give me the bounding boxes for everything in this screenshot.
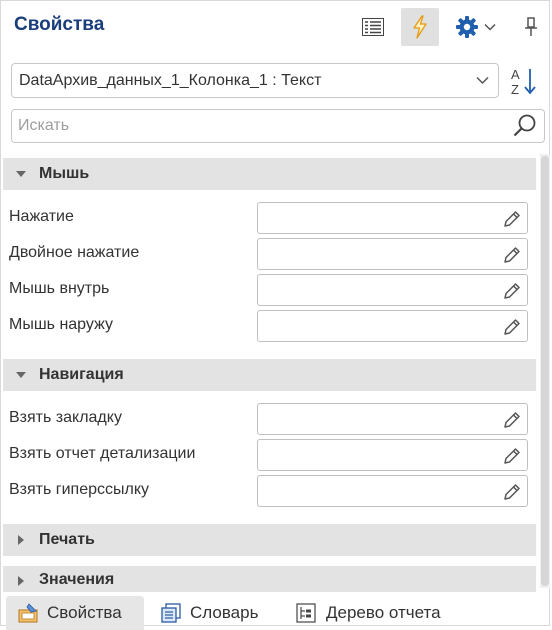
property-editor-double-click[interactable] bbox=[257, 238, 528, 270]
pin-icon bbox=[525, 17, 537, 36]
object-selector-combobox[interactable]: DataАрхив_данных_1_Колонка_1 : Текст bbox=[11, 63, 499, 98]
expand-triangle-icon bbox=[13, 535, 29, 545]
tab-label: Дерево отчета bbox=[326, 603, 441, 622]
properties-icon bbox=[17, 603, 39, 623]
pencil-icon[interactable] bbox=[502, 245, 522, 265]
bottom-tab-bar: Свойства Словарь Дерево отчета bbox=[0, 592, 552, 630]
collapse-triangle-icon bbox=[13, 372, 29, 378]
tab-label: Словарь bbox=[190, 603, 259, 622]
category-label: Мышь bbox=[39, 165, 90, 182]
lightning-icon bbox=[413, 15, 427, 39]
tab-report-tree[interactable]: Дерево отчета bbox=[296, 596, 466, 630]
scrollbar-thumb[interactable] bbox=[541, 156, 549, 586]
property-editor-get-drilldown-report[interactable] bbox=[257, 439, 528, 471]
property-editor-mouse-enter[interactable] bbox=[257, 274, 528, 306]
property-editor-mouse-leave[interactable] bbox=[257, 310, 528, 342]
category-label: Значения bbox=[39, 571, 115, 588]
sort-alphabetical-button[interactable]: A Z bbox=[508, 64, 540, 98]
pencil-icon[interactable] bbox=[502, 446, 522, 466]
search-icon[interactable] bbox=[512, 113, 538, 139]
object-selector-value: DataАрхив_данных_1_Колонка_1 : Текст bbox=[19, 72, 322, 89]
pencil-icon[interactable] bbox=[502, 482, 522, 502]
pencil-icon[interactable] bbox=[502, 281, 522, 301]
collapse-triangle-icon bbox=[13, 171, 29, 177]
property-label: Двойное нажатие bbox=[9, 244, 140, 261]
tab-label: Свойства bbox=[47, 603, 122, 622]
search-input[interactable] bbox=[11, 109, 545, 143]
chevron-down-icon bbox=[476, 76, 489, 85]
pin-button[interactable] bbox=[518, 8, 544, 46]
property-grid-button[interactable] bbox=[356, 8, 390, 46]
property-editor-click[interactable] bbox=[257, 202, 528, 234]
svg-text:A: A bbox=[511, 67, 520, 82]
tab-dictionary[interactable]: Словарь bbox=[160, 596, 278, 630]
settings-dropdown-button[interactable] bbox=[450, 8, 500, 46]
property-label: Мышь наружу bbox=[9, 316, 113, 333]
panel-title: Свойства bbox=[14, 14, 105, 35]
property-editor-get-bookmark[interactable] bbox=[257, 403, 528, 435]
sort-az-icon: A Z bbox=[511, 67, 536, 97]
category-label: Навигация bbox=[39, 366, 124, 383]
property-label: Взять отчет детализации bbox=[9, 445, 196, 462]
pencil-icon[interactable] bbox=[502, 410, 522, 430]
category-print[interactable]: Печать bbox=[3, 524, 536, 556]
property-grid-icon bbox=[362, 18, 384, 36]
svg-text:Z: Z bbox=[511, 82, 519, 97]
property-label: Взять гиперссылку bbox=[9, 481, 150, 498]
tab-properties[interactable]: Свойства bbox=[6, 596, 144, 630]
pencil-icon[interactable] bbox=[502, 317, 522, 337]
category-mouse[interactable]: Мышь bbox=[3, 158, 536, 190]
property-label: Взять закладку bbox=[9, 409, 122, 426]
property-label: Нажатие bbox=[9, 208, 74, 225]
category-label: Печать bbox=[39, 531, 95, 548]
pencil-icon[interactable] bbox=[502, 209, 522, 229]
property-label: Мышь внутрь bbox=[9, 280, 110, 297]
gear-icon bbox=[455, 16, 478, 38]
expand-triangle-icon bbox=[13, 576, 29, 586]
category-values[interactable]: Значения bbox=[3, 566, 536, 592]
property-editor-get-hyperlink[interactable] bbox=[257, 475, 528, 507]
dictionary-icon bbox=[160, 603, 182, 623]
chevron-down-icon bbox=[483, 23, 496, 31]
events-button[interactable] bbox=[401, 8, 439, 46]
report-tree-icon bbox=[296, 603, 318, 623]
category-navigation[interactable]: Навигация bbox=[3, 359, 536, 391]
